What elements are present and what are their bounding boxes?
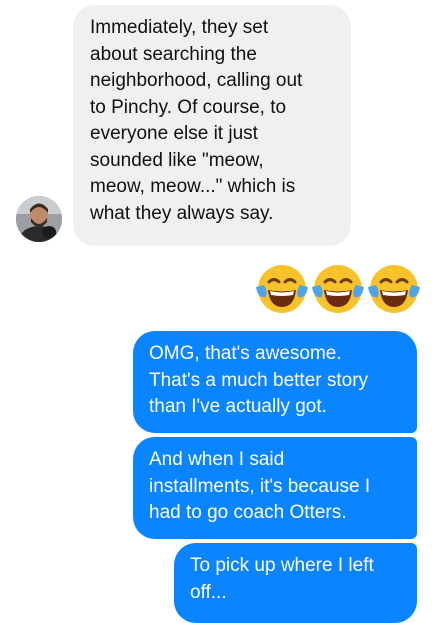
contact-avatar[interactable] [16,196,62,242]
incoming-message-bubble[interactable]: Immediately, they set about searching th… [73,5,351,246]
outgoing-message-bubble[interactable]: OMG, that's awesome. That's a much bette… [133,331,417,433]
face-with-tears-of-joy-icon [312,265,364,313]
outgoing-message-bubble[interactable]: To pick up where I left off... [174,543,417,623]
face-with-tears-of-joy-icon [368,265,420,313]
outgoing-message-bubble[interactable]: And when I said installments, it's becau… [133,437,417,539]
face-with-tears-of-joy-icon [256,265,308,313]
